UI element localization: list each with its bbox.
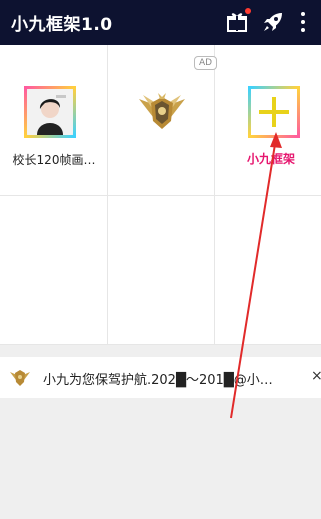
emblem-icon	[9, 367, 31, 389]
gift-badge-dot	[245, 8, 251, 14]
app-label: 校长120帧画…	[12, 153, 96, 167]
avatar-image	[24, 86, 76, 138]
grid-divider	[0, 195, 321, 196]
app-grid: AD 校长120帧画… 小九框架	[0, 45, 321, 345]
rocket-icon[interactable]	[262, 11, 284, 33]
notice-text: 小九为您保驾护航.202█～201█@小…	[43, 373, 273, 388]
add-app-tile[interactable]	[214, 45, 321, 195]
close-icon[interactable]: ×	[311, 368, 321, 384]
app-bar: 小九框架1.0	[0, 0, 321, 45]
grid-divider	[0, 344, 321, 345]
notice-bar[interactable]: 小九为您保驾护航.202█～201█@小… ×	[0, 357, 321, 398]
more-vertical-icon[interactable]	[298, 10, 308, 34]
app-title: 小九框架1.0	[11, 15, 113, 35]
gift-icon[interactable]	[226, 8, 251, 33]
app-tile-2[interactable]: 小九框架	[107, 45, 295, 195]
winged-emblem-icon	[137, 91, 187, 133]
app-tile-1[interactable]: 校长120帧画…	[0, 45, 107, 195]
plus-icon[interactable]	[248, 86, 300, 138]
